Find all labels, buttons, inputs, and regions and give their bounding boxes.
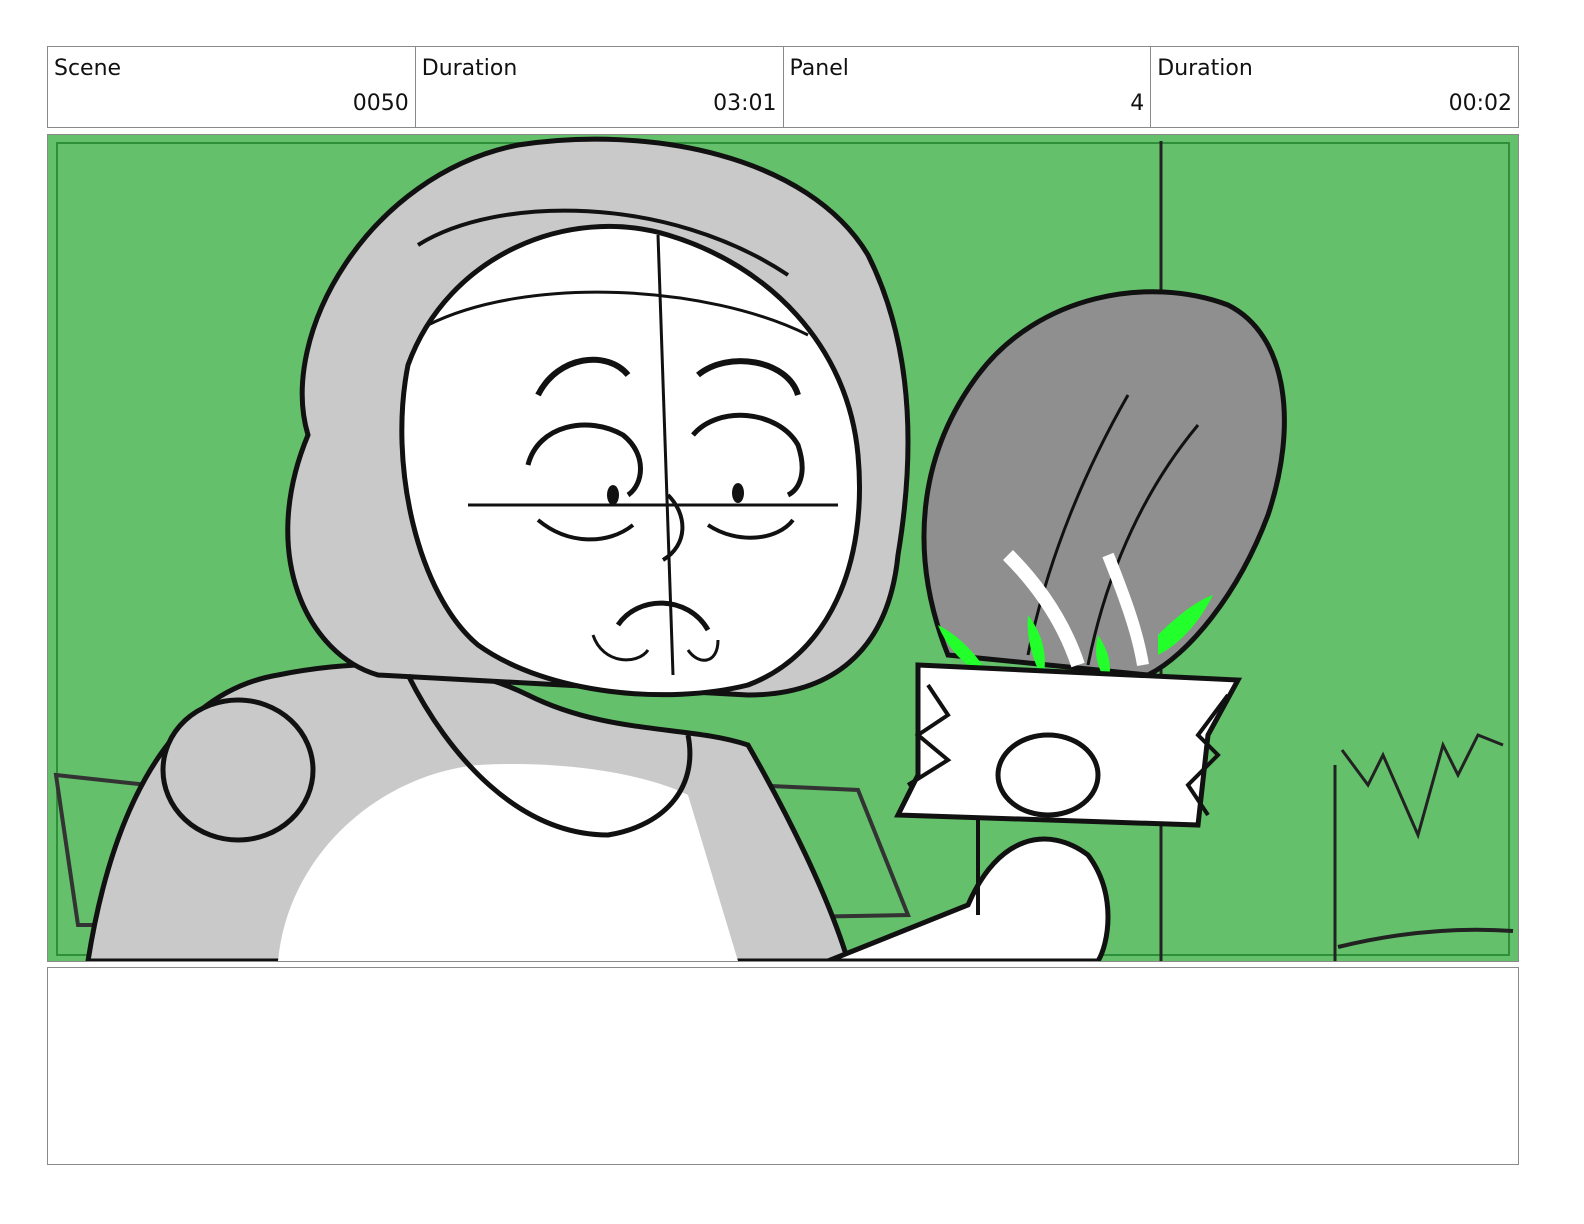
- scene-cell: Scene 0050: [48, 47, 416, 127]
- storyboard-panel-image: [47, 134, 1519, 962]
- scene-number: 0050: [352, 91, 409, 116]
- panel-label: Panel: [789, 56, 849, 81]
- character-shoulder: [160, 697, 316, 843]
- panel-duration-value: 00:02: [1448, 91, 1512, 116]
- scene-duration-cell: Duration 03:01: [416, 47, 784, 127]
- panel-duration-label: Duration: [1157, 56, 1253, 81]
- right-pupil: [732, 483, 744, 503]
- panel-duration-cell: Duration 00:02: [1151, 47, 1518, 127]
- scene-duration-value: 03:01: [713, 91, 777, 116]
- left-pupil: [607, 485, 619, 505]
- scene-duration-label: Duration: [421, 56, 518, 81]
- panel-cell: Panel 4: [784, 47, 1152, 127]
- panel-number: 4: [1130, 91, 1145, 116]
- storyboard-header: Scene 0050 Duration 03:01 Panel 4 Durati…: [47, 46, 1519, 128]
- panel-sketch: [48, 135, 1518, 961]
- panel-notes-box: [47, 967, 1519, 1165]
- scene-label: Scene: [54, 56, 122, 81]
- lettuce-wrapper: [894, 662, 1243, 828]
